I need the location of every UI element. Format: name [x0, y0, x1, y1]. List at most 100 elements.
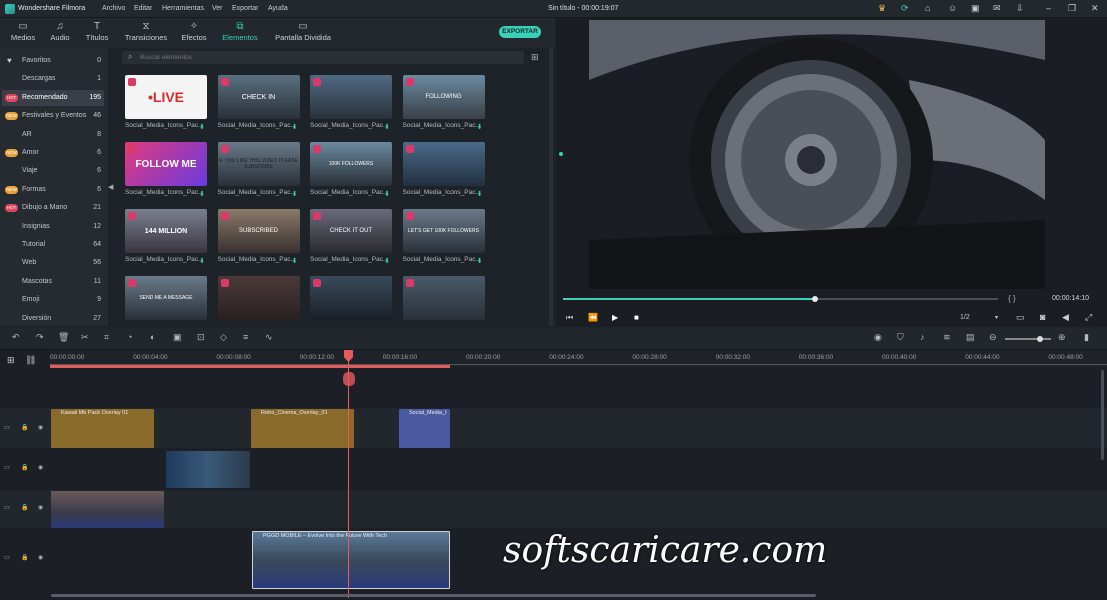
search-input[interactable]	[140, 52, 510, 63]
fullscreen-icon[interactable]: ⤢	[1085, 312, 1092, 323]
user-icon[interactable]: ☺	[948, 3, 957, 13]
delete-icon[interactable]: 🗑	[58, 332, 69, 343]
sidebar-item-7[interactable]: NEW Formas 6	[2, 182, 104, 198]
minimize-icon[interactable]: –	[1046, 3, 1051, 13]
ratio-select[interactable]: 1/2	[960, 314, 970, 321]
green-screen-icon[interactable]: ▣	[173, 332, 182, 343]
audio-wave-icon[interactable]: ∿	[265, 332, 273, 343]
speed-icon[interactable]: ◔	[127, 332, 132, 342]
step-back-icon[interactable]: ⏮	[566, 313, 573, 323]
tab-efectos[interactable]: ✧ Efectos	[171, 20, 217, 46]
element-card[interactable]: FOLLOWING ⬇ Social_Media_Icons_Pac...	[402, 75, 487, 133]
stop-icon[interactable]: ■	[634, 313, 639, 322]
element-card[interactable]	[310, 276, 394, 334]
lock-icon[interactable]: 🔒	[21, 504, 28, 511]
sync-icon[interactable]: ⟳	[901, 3, 909, 14]
color-icon[interactable]: ◐	[150, 332, 155, 342]
timeline-scrollbar[interactable]	[51, 594, 816, 597]
clip-video-2[interactable]	[166, 451, 250, 488]
timeline-vscroll[interactable]	[1101, 370, 1104, 460]
clip-overlay-retro[interactable]: Retro_Cinema_Overlay_01	[251, 409, 354, 448]
element-card[interactable]: •LIVE ⬇ Social_Media_Icons_Pac...	[125, 75, 209, 133]
clip-social-media[interactable]: Social_Media_I	[399, 409, 450, 448]
sidebar-item-12[interactable]: Mascotas 11	[2, 274, 104, 290]
element-card[interactable]: CHECK IT OUT ⬇ Social_Media_Icons_Pac...	[310, 209, 394, 267]
adjust-icon[interactable]: ≡	[243, 332, 248, 342]
eye-icon[interactable]: ◉	[38, 504, 43, 511]
menu-ayuda[interactable]: Ayuda	[268, 5, 288, 12]
element-card[interactable]: FOLLOW ME ⬇ Social_Media_Icons_Pac...	[125, 142, 209, 200]
mail-icon[interactable]: ✉	[993, 3, 1001, 14]
tab-elementos[interactable]: ⧉ Elementos	[217, 20, 263, 46]
save-icon[interactable]: ▣	[971, 3, 980, 14]
sidebar-item-1[interactable]: Descargas 1	[2, 71, 104, 87]
menu-herramientas[interactable]: Herramientas	[162, 5, 204, 12]
element-card[interactable]: SUBSCRIBED ⬇ Social_Media_Icons_Pac...	[217, 209, 302, 267]
sidebar-item-2[interactable]: HOT Recomendado 195	[2, 89, 104, 106]
element-card[interactable]: 144 MILLION ⬇ Social_Media_Icons_Pac...	[125, 209, 209, 267]
sidebar-item-13[interactable]: Emoji 9	[2, 292, 104, 308]
render-icon[interactable]: ◉	[874, 332, 882, 343]
sidebar-item-5[interactable]: NEW Amor 6	[2, 145, 104, 161]
play-icon[interactable]: ▶	[612, 313, 618, 322]
element-card[interactable]: 100K FOLLOWERS ⬇ Social_Media_Icons_Pac...	[310, 142, 394, 200]
track-type-icon[interactable]: ▭	[4, 424, 10, 431]
sidebar-item-10[interactable]: Tutorial 64	[2, 237, 104, 253]
sidebar-item-3[interactable]: NEW Festivales y Eventos 46	[2, 108, 104, 124]
playhead[interactable]	[348, 352, 349, 598]
marker-icon[interactable]: ⛉	[897, 332, 904, 343]
sidebar-collapse-icon[interactable]: ◀	[108, 183, 113, 191]
sidebar-item-9[interactable]: Insignias 12	[2, 219, 104, 235]
sidebar-item-8[interactable]: HOT Dibujo a Mano 21	[2, 200, 104, 216]
playback-progress-track[interactable]	[563, 296, 998, 302]
track-type-icon[interactable]: ▭	[4, 464, 10, 471]
sidebar-item-6[interactable]: Viaje 6	[2, 163, 104, 179]
frame-back-icon[interactable]: ⏪	[588, 313, 598, 322]
mixer-icon[interactable]: ▤	[966, 332, 975, 343]
menu-archivo[interactable]: Archivo	[102, 5, 125, 12]
gift-icon[interactable]: ⌂	[925, 3, 930, 13]
lock-icon[interactable]: 🔒	[21, 554, 28, 561]
playhead-marker[interactable]	[343, 372, 355, 386]
menu-exportar[interactable]: Exportar	[232, 5, 258, 12]
element-card[interactable]	[217, 276, 302, 334]
track-type-icon[interactable]: ▭	[4, 504, 10, 511]
cut-icon[interactable]: ✂	[81, 332, 89, 343]
menu-editar[interactable]: Editar	[134, 5, 152, 12]
element-card[interactable]: ⬇ Social_Media_Icons_Pac...	[402, 142, 487, 200]
sidebar-item-11[interactable]: Web 56	[2, 255, 104, 271]
tab-titulos[interactable]: T Títulos	[74, 20, 120, 46]
close-icon[interactable]: ✕	[1091, 3, 1099, 14]
sidebar-item-14[interactable]: Diversión 27	[2, 311, 104, 327]
element-card[interactable]: IF YOU LIKE THIS VIDEO PLEASE SUBSCRIBE ⬇…	[217, 142, 302, 200]
eye-icon[interactable]: ◉	[38, 424, 43, 431]
grid-scrollbar[interactable]	[549, 48, 553, 326]
element-card[interactable]: LET'S GET 100K FOLLOWERS ⬇ Social_Media_Ic…	[402, 209, 487, 267]
mark-brackets[interactable]: { }	[1008, 294, 1016, 303]
voiceover-icon[interactable]: ≋	[943, 332, 951, 343]
add-track-icon[interactable]: ⊞	[7, 355, 15, 366]
sidebar-item-0[interactable]: ♥ Favoritos 0	[2, 53, 104, 69]
element-card[interactable]	[402, 276, 487, 334]
grid-view-icon[interactable]: ⊞	[531, 52, 539, 63]
tab-transiciones[interactable]: ⧖ Transiciones	[123, 20, 169, 46]
menu-ver[interactable]: Ver	[212, 5, 223, 12]
zoom-out-icon[interactable]: ⊖	[989, 332, 997, 343]
zoom-slider[interactable]	[1005, 336, 1051, 342]
snapshot-icon[interactable]: ◙	[1040, 312, 1045, 322]
search-box[interactable]: ⌕	[122, 51, 524, 64]
stabilize-icon[interactable]: ⊡	[197, 332, 205, 343]
link-icon[interactable]: ⛓	[25, 355, 36, 366]
crop-icon[interactable]: ⌗	[104, 332, 109, 343]
timeline-settings-icon[interactable]: ▮	[1084, 332, 1089, 343]
chevron-down-icon[interactable]: ▾	[995, 314, 998, 321]
track-type-icon[interactable]: ▭	[4, 554, 10, 561]
sidebar-item-4[interactable]: AR 8	[2, 127, 104, 143]
mic-icon[interactable]: ♪	[920, 332, 925, 342]
keyframe-icon[interactable]: ◇	[220, 332, 227, 343]
undo-icon[interactable]: ↶	[12, 332, 20, 343]
lock-icon[interactable]: 🔒	[21, 464, 28, 471]
clip-video-3[interactable]	[51, 491, 164, 528]
redo-icon[interactable]: ↷	[36, 332, 44, 343]
export-button[interactable]: EXPORTAR	[499, 26, 541, 38]
